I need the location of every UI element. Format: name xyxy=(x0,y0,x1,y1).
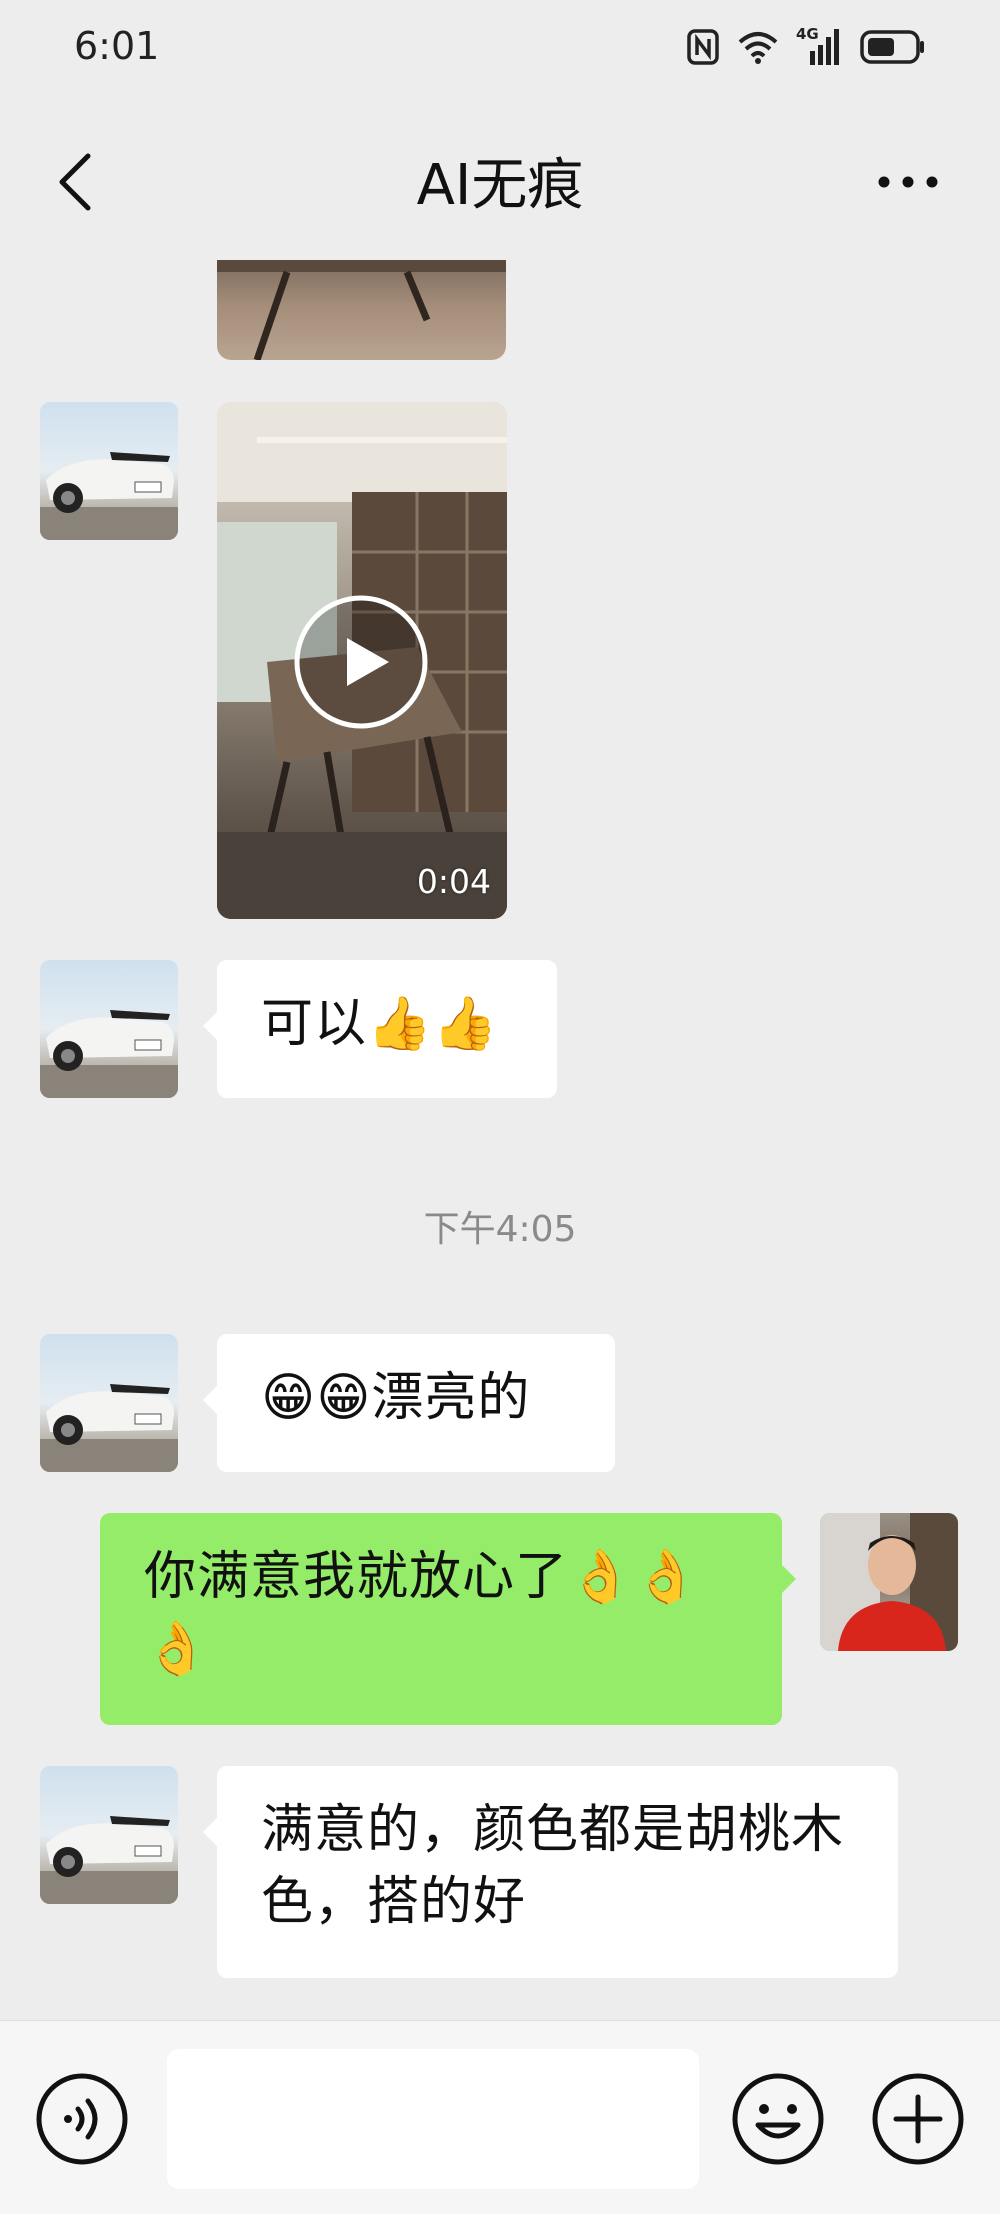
battery-icon xyxy=(860,30,926,64)
chat-header: AI无痕 xyxy=(0,100,1000,260)
timestamp: 下午4:05 xyxy=(423,1209,577,1250)
avatar[interactable] xyxy=(40,402,178,540)
plus-icon xyxy=(872,2073,964,2165)
more-actions-button[interactable] xyxy=(870,2071,966,2167)
emoji-button[interactable] xyxy=(730,2071,826,2167)
avatar[interactable] xyxy=(40,1334,178,1472)
more-dots-icon xyxy=(878,176,938,188)
nfc-icon xyxy=(686,28,720,66)
video-message[interactable]: 0:04 xyxy=(217,402,507,919)
message-text: 可以👍👍 xyxy=(261,994,499,1054)
voice-button[interactable] xyxy=(34,2071,130,2167)
status-icons: 4G xyxy=(686,25,926,68)
video-duration: 0:04 xyxy=(416,862,491,901)
voice-icon xyxy=(36,2073,128,2165)
message-bubble-self[interactable]: 你满意我就放心了👌👌👌 xyxy=(100,1513,796,1725)
wifi-icon xyxy=(738,30,778,64)
message-list[interactable]: 0:04 可以👍👍 下午4:05 😁😁漂亮的 你满意我就放心了👌👌👌 满意的，颜… xyxy=(0,260,1000,2020)
image-message[interactable] xyxy=(217,260,506,360)
message-text: 满意的，颜色都是胡桃木色，搭的好 xyxy=(261,1800,845,1932)
avatar[interactable] xyxy=(40,1766,178,1904)
more-button[interactable] xyxy=(876,172,940,192)
status-time: 6:01 xyxy=(74,24,160,68)
emoji-icon xyxy=(732,2073,824,2165)
input-bar xyxy=(0,2020,1000,2214)
avatar[interactable] xyxy=(40,960,178,1098)
chat-title: AI无痕 xyxy=(416,153,584,218)
message-bubble[interactable]: 😁😁漂亮的 xyxy=(203,1334,615,1472)
message-text: 你满意我就放心了👌👌👌 xyxy=(144,1547,700,1679)
message-bubble[interactable]: 可以👍👍 xyxy=(203,960,557,1098)
message-text: 😁😁漂亮的 xyxy=(261,1368,531,1428)
message-input[interactable] xyxy=(167,2049,699,2189)
play-icon[interactable] xyxy=(293,594,429,730)
avatar-self[interactable] xyxy=(820,1513,958,1651)
cellular-4g-icon: 4G xyxy=(796,25,842,67)
status-bar: 6:01 4G xyxy=(0,0,1000,100)
message-bubble[interactable]: 满意的，颜色都是胡桃木色，搭的好 xyxy=(203,1766,898,1978)
